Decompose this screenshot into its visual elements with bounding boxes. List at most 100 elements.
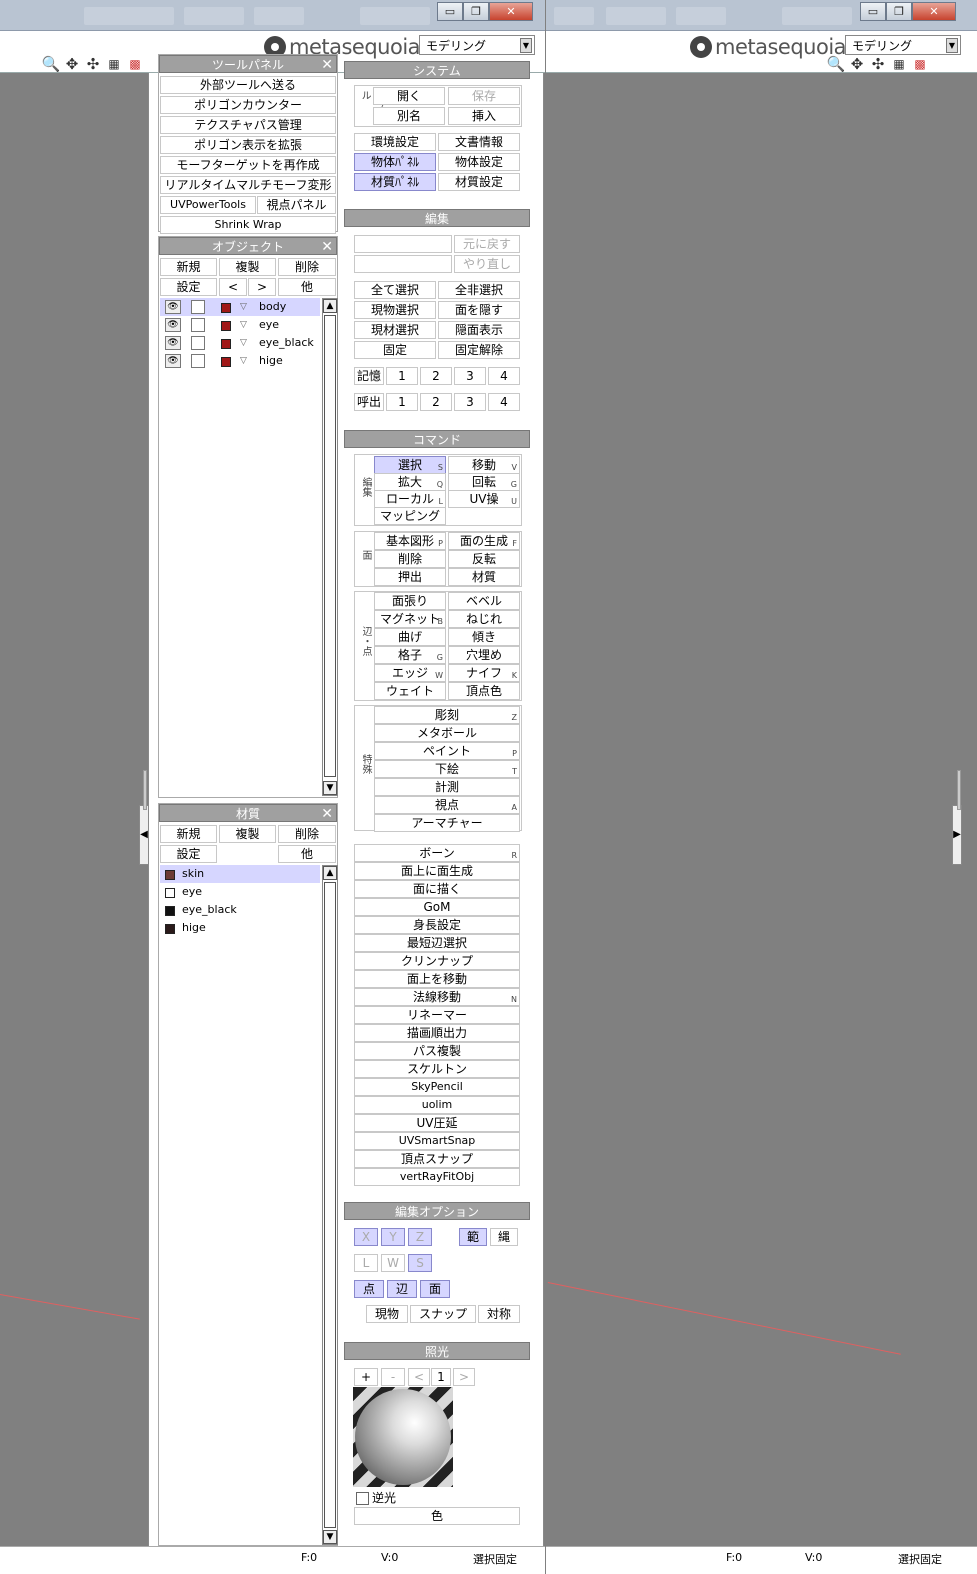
object-settings-button[interactable]: 設定 <box>160 278 217 296</box>
memory-slot-3[interactable]: 3 <box>454 367 486 385</box>
collapse-right-icon[interactable]: ▶ <box>952 805 962 865</box>
zoom-icon[interactable]: 🔍 <box>41 55 61 73</box>
plugin-bone[interactable]: ボーン R <box>354 844 520 862</box>
rotate-icon[interactable]: ✣ <box>83 55 103 73</box>
object-row-eye[interactable]: 👁 ▽ eye <box>160 316 320 334</box>
plugin-draw-on-face[interactable]: 面に描く <box>354 880 520 898</box>
plugin-vertrayfitobj[interactable]: vertRayFitObj <box>354 1168 520 1186</box>
plugin-height[interactable]: 身長設定 <box>354 916 520 934</box>
cmd-primitive[interactable]: 基本図形 P <box>374 532 446 550</box>
lock-checkbox[interactable] <box>191 300 205 314</box>
selection-lock-toggle[interactable]: 選択固定 <box>473 1551 517 1567</box>
save-as-button[interactable]: 別名 <box>373 107 445 125</box>
prev-light-button[interactable]: < <box>408 1368 430 1386</box>
plugin-skeleton[interactable]: スケルトン <box>354 1060 520 1078</box>
texture-path-button[interactable]: テクスチャパス管理 <box>160 116 336 134</box>
realtime-morph-button[interactable]: リアルタイムマルチモーフ変形 <box>160 176 336 194</box>
snap-toggle[interactable]: スナップ <box>410 1305 476 1323</box>
screen-coord-toggle[interactable]: S <box>408 1254 432 1272</box>
send-external-tool-button[interactable]: 外部ツールへ送る <box>160 76 336 94</box>
deselect-all-button[interactable]: 全非選択 <box>438 281 520 299</box>
object-row-body[interactable]: 👁 ▽ body <box>160 298 320 316</box>
maximize-icon[interactable]: ❐ <box>886 2 912 21</box>
plugin-vertex-snap[interactable]: 頂点スナップ <box>354 1150 520 1168</box>
cmd-select[interactable]: 選択 S <box>374 456 446 474</box>
material-row-skin[interactable]: skin <box>160 865 320 883</box>
pan-icon[interactable]: ✥ <box>62 55 82 73</box>
axis-x-toggle[interactable]: X <box>354 1228 378 1246</box>
object-row-hige[interactable]: 👁 ▽ hige <box>160 352 320 370</box>
selection-lock-toggle[interactable]: 選択固定 <box>898 1551 942 1567</box>
cmd-viewpoint[interactable]: 視点 A <box>374 796 520 814</box>
view-layout-icon[interactable]: ▦ <box>889 57 909 71</box>
scroll-thumb[interactable] <box>324 315 336 777</box>
plugin-renamer[interactable]: リネーマー <box>354 1006 520 1024</box>
scroll-down-icon[interactable]: ▼ <box>323 781 337 795</box>
plugin-face-on-face[interactable]: 面上に面生成 <box>354 862 520 880</box>
cmd-uv[interactable]: UV操 U <box>448 490 520 508</box>
scroll-down-icon[interactable]: ▼ <box>323 1530 337 1544</box>
select-current-object-button[interactable]: 現物選択 <box>354 301 436 319</box>
close-icon[interactable]: ✕ <box>321 56 333 74</box>
duplicate-material-button[interactable]: 複製 <box>219 825 276 843</box>
cmd-metaball[interactable]: メタボール <box>374 724 520 742</box>
axis-y-toggle[interactable]: Y <box>381 1228 405 1246</box>
plugin-skypencil[interactable]: SkyPencil <box>354 1078 520 1096</box>
minimize-icon[interactable]: ▭ <box>437 2 463 21</box>
show-hidden-button[interactable]: 隠面表示 <box>438 321 520 339</box>
polygon-counter-button[interactable]: ポリゴンカウンター <box>160 96 336 114</box>
material-row-eye[interactable]: eye <box>160 883 320 901</box>
new-object-button[interactable]: 新規 <box>160 258 217 276</box>
plugin-shortest-edge[interactable]: 最短辺選択 <box>354 934 520 952</box>
shrink-wrap-button[interactable]: Shrink Wrap <box>160 216 336 234</box>
symmetry-toggle[interactable]: 対称 <box>478 1305 520 1323</box>
scroll-thumb[interactable] <box>324 882 336 1528</box>
plugin-path-duplicate[interactable]: パス複製 <box>354 1042 520 1060</box>
material-panel-toggle[interactable]: 材質ﾊﾟﾈﾙ <box>354 173 436 191</box>
recall-slot-3[interactable]: 3 <box>454 393 486 411</box>
object-row-eye-black[interactable]: 👁 ▽ eye_black <box>160 334 320 352</box>
close-panel-icon[interactable]: ✕ <box>931 55 951 73</box>
vertex-mode-toggle[interactable]: 点 <box>354 1280 384 1298</box>
cmd-face-fill[interactable]: 面張り <box>374 592 446 610</box>
light-color-button[interactable]: 色 <box>354 1507 520 1525</box>
light-preview-sphere[interactable] <box>353 1387 453 1487</box>
new-material-button[interactable]: 新規 <box>160 825 217 843</box>
doc-info-button[interactable]: 文書情報 <box>438 133 520 151</box>
zoom-icon[interactable]: 🔍 <box>826 55 846 73</box>
mode-select[interactable]: モデリング ▼ <box>419 35 535 55</box>
memory-slot-4[interactable]: 4 <box>488 367 520 385</box>
cmd-lattice[interactable]: 格子 G <box>374 646 446 664</box>
cmd-measure[interactable]: 計測 <box>374 778 520 796</box>
minimize-icon[interactable]: ▭ <box>860 2 886 21</box>
viewpoint-panel-button[interactable]: 視点パネル <box>257 196 336 214</box>
cmd-tilt[interactable]: 傾き <box>448 628 520 646</box>
lock-checkbox[interactable] <box>191 336 205 350</box>
expand-icon[interactable]: ▽ <box>240 334 247 352</box>
material-scrollbar[interactable]: ▲ ▼ <box>322 865 338 1545</box>
close-icon[interactable]: ✕ <box>489 2 533 21</box>
splitter-grip[interactable] <box>957 770 961 810</box>
cmd-rotate[interactable]: 回転 G <box>448 473 520 491</box>
insert-button[interactable]: 挿入 <box>448 107 520 125</box>
object-panel-toggle[interactable]: 物体ﾊﾟﾈﾙ <box>354 153 436 171</box>
unlock-button[interactable]: 固定解除 <box>438 341 520 359</box>
cmd-bevel[interactable]: ベベル <box>448 592 520 610</box>
material-other-button[interactable]: 他 <box>278 845 336 863</box>
cmd-move[interactable]: 移動 V <box>448 456 520 474</box>
cmd-sculpt[interactable]: 彫刻 Z <box>374 706 520 724</box>
eye-icon[interactable]: 👁 <box>165 300 181 314</box>
plugin-draw-order[interactable]: 描画順出力 <box>354 1024 520 1042</box>
plugin-move-on-face[interactable]: 面上を移動 <box>354 970 520 988</box>
memory-slot-1[interactable]: 1 <box>386 367 418 385</box>
close-icon[interactable]: ✕ <box>321 238 333 256</box>
delete-material-button[interactable]: 削除 <box>278 825 336 843</box>
next-object-button[interactable]: > <box>248 278 276 296</box>
splitter-grip[interactable] <box>143 770 147 810</box>
cmd-extrude[interactable]: 押出 <box>374 568 446 586</box>
object-settings-button[interactable]: 物体設定 <box>438 153 520 171</box>
lock-checkbox[interactable] <box>191 354 205 368</box>
eye-icon[interactable]: 👁 <box>165 318 181 332</box>
env-settings-button[interactable]: 環境設定 <box>354 133 436 151</box>
scroll-up-icon[interactable]: ▲ <box>323 299 337 313</box>
